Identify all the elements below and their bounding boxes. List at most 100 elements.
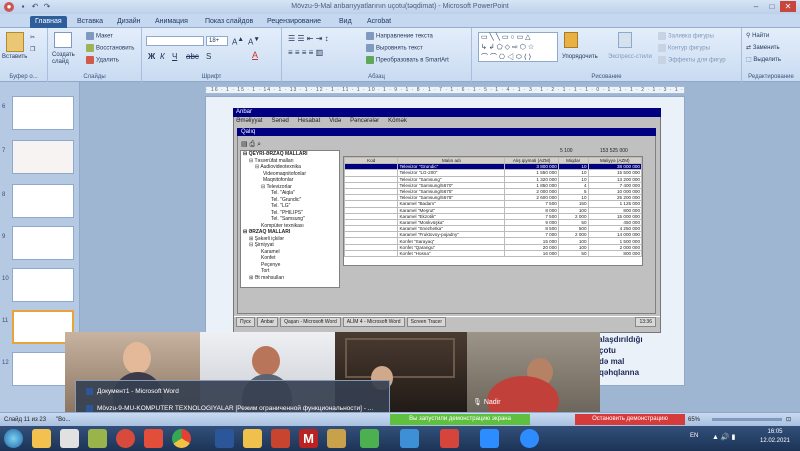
system-clock[interactable]: 16:05 12.02.2021 [755, 428, 795, 446]
opera-icon[interactable] [116, 429, 135, 448]
app-task-button[interactable]: ALİM 4 - Microsoft Word [342, 317, 405, 327]
select-button[interactable]: ⬚ Выделить [746, 56, 781, 63]
tab-insert[interactable]: Вставка [72, 16, 108, 28]
close-button[interactable]: ✕ [780, 1, 796, 12]
window-title: Mövzu-9-Mal anbarıyyatlarının uçotu(təqd… [291, 3, 509, 10]
column-header[interactable]: Alış qiyməti (AZM) [504, 157, 559, 165]
category-tree[interactable]: ⊟ QEYRİ-ƏRZAQ MALLARI ⊟ Təsərrüfat malla… [240, 150, 340, 288]
reset-button[interactable]: Восстановить [86, 44, 134, 52]
app-menu-item[interactable]: Sənəd [272, 118, 289, 124]
tree-node[interactable]: ⊞ Ət məhsulları [241, 275, 339, 282]
powerpoint-icon[interactable] [271, 429, 290, 448]
font-name-select[interactable] [146, 36, 204, 46]
table-row[interactable]: Konfet "Hosna" 16 000 50 800 000 [344, 249, 642, 258]
replace-button[interactable]: ⇄ Заменить [746, 44, 780, 51]
slide-thumb-7[interactable] [12, 140, 74, 174]
zoom-app-icon[interactable] [480, 429, 499, 448]
app-menu-item[interactable]: Hesabat [298, 118, 320, 124]
app-icon[interactable] [400, 429, 419, 448]
app-icon[interactable] [88, 429, 107, 448]
tab-animation[interactable]: Анимация [150, 16, 193, 28]
tab-slideshow[interactable]: Показ слайдов [200, 16, 258, 28]
paste-button[interactable]: Вставить [2, 54, 27, 60]
font-color-icon[interactable]: A [252, 50, 258, 60]
zoom-level[interactable]: 65% [688, 413, 700, 427]
delete-slide-button[interactable]: Удалить [86, 56, 119, 64]
shapes-gallery[interactable]: ▭ ╲ ╲ ▭ ○ ▭ △ ↳ ↲ ⬠ ◇ ⇨ ⬡ ☆ ⌒ ⌒ ⎔ ◁ ⬭ ⟨ ⟩ [478, 32, 558, 62]
align-text-button[interactable]: Выровнять текст [366, 44, 423, 52]
explorer-icon[interactable] [32, 429, 51, 448]
slide-number: 8 [2, 192, 6, 198]
tab-view[interactable]: Вид [334, 16, 357, 28]
bold-icon[interactable]: Ж [148, 52, 155, 61]
zoom-meeting-icon[interactable] [520, 429, 539, 448]
m-app-icon[interactable]: M [299, 429, 318, 448]
shape-effects-button[interactable]: Эффекты для фигур [658, 56, 726, 64]
minimize-button[interactable]: – [748, 1, 764, 12]
fit-icon[interactable]: ⊡ [786, 413, 791, 427]
slide-thumb-10[interactable] [12, 268, 74, 302]
cut-icon[interactable]: ✂ [30, 34, 35, 41]
app-icon[interactable] [327, 429, 346, 448]
grow-font-icon[interactable]: A▲ [232, 36, 244, 47]
slide-thumb-9[interactable] [12, 226, 74, 260]
bullets-icon[interactable]: ☰ ☰ ⇤ ⇥ ↕ [288, 34, 329, 43]
tray-icons[interactable]: ▲ 🔊 ▮ [712, 433, 735, 441]
app-toolbar-icons[interactable]: ▤ ⎙ ⌕ [241, 140, 261, 149]
video-tile[interactable]: 🎙 Nadir [467, 332, 600, 412]
copy-icon[interactable]: ❐ [30, 46, 35, 53]
app-icon[interactable] [440, 429, 459, 448]
language-indicator[interactable]: EN [690, 433, 698, 439]
align-icon[interactable]: ≡ ≡ ≡ ≡ ▥ [288, 48, 323, 57]
chrome-icon[interactable] [172, 429, 191, 448]
underline-icon[interactable]: Ч [172, 52, 177, 61]
zoom-slider[interactable] [712, 418, 782, 421]
app-icon[interactable] [60, 429, 79, 448]
slide-thumb-6[interactable] [12, 96, 74, 130]
shape-outline-button[interactable]: Контур фигуры [658, 44, 710, 52]
strike-icon[interactable]: abc [186, 52, 199, 61]
start-orb-icon[interactable] [4, 429, 23, 448]
shape-fill-button[interactable]: Заливка фигуры [658, 32, 714, 40]
shadow-icon[interactable]: S [206, 52, 211, 61]
shrink-font-icon[interactable]: A▼ [248, 36, 260, 47]
italic-icon[interactable]: К [160, 52, 165, 61]
arrange-icon[interactable] [564, 32, 578, 48]
tab-acrobat[interactable]: Acrobat [362, 16, 396, 28]
table-cell: 50 [557, 249, 589, 258]
new-slide-icon[interactable] [54, 32, 72, 48]
new-slide-button[interactable]: Создать слайд [52, 52, 84, 66]
app-menu-item[interactable]: Pəncərələr [350, 118, 379, 124]
text-direction-button[interactable]: Направление текста [366, 32, 433, 40]
slide-thumb-8[interactable] [12, 184, 74, 218]
start-button[interactable]: Пуск [236, 317, 255, 327]
app-task-button[interactable]: Screen Tracer [406, 317, 446, 327]
smartart-button[interactable]: Преобразовать в SmartArt [366, 56, 449, 64]
tab-review[interactable]: Рецензирование [262, 16, 326, 28]
stop-sharing-button[interactable]: Остановить демонстрацию [575, 414, 685, 425]
stock-table[interactable]: Kod Malın adı Alış qiyməti (AZM) Miqdar … [343, 156, 643, 266]
quick-styles-button[interactable]: Экспресс-стили [608, 54, 652, 60]
app-icon[interactable] [360, 429, 379, 448]
folder-icon[interactable] [243, 429, 262, 448]
app-menu-item[interactable]: Əməliyyat [236, 118, 263, 124]
app-task-button[interactable]: Qaşan - Microsoft Word [280, 317, 341, 327]
arrange-button[interactable]: Упорядочить [562, 54, 598, 60]
find-button[interactable]: ⚲ Найти [746, 32, 769, 39]
horizontal-ruler[interactable]: · 16 · 1 · 15 · 1 · 14 · 1 · 13 · 1 · 12… [205, 86, 685, 94]
yandex-icon[interactable] [144, 429, 163, 448]
shape-outline-label: Контур фигуры [668, 45, 710, 52]
tab-design[interactable]: Дизайн [112, 16, 146, 28]
app-menu-item[interactable]: Vidə [329, 118, 341, 124]
paste-icon[interactable] [6, 32, 24, 52]
word-taskbar-icon[interactable] [215, 429, 234, 448]
table-cell: Konfet "Hosna" [397, 249, 506, 258]
popup-item[interactable]: Документ1 - Microsoft Word [86, 388, 179, 395]
maximize-button[interactable]: □ [764, 1, 780, 12]
font-size-select[interactable]: 18+ [206, 36, 228, 46]
app-task-button[interactable]: Anbar [256, 317, 279, 327]
layout-button[interactable]: Макет [86, 32, 113, 40]
tab-home[interactable]: Главная [30, 16, 67, 28]
app-menu-item[interactable]: Kömək [388, 118, 407, 124]
quick-styles-icon[interactable] [618, 32, 632, 48]
